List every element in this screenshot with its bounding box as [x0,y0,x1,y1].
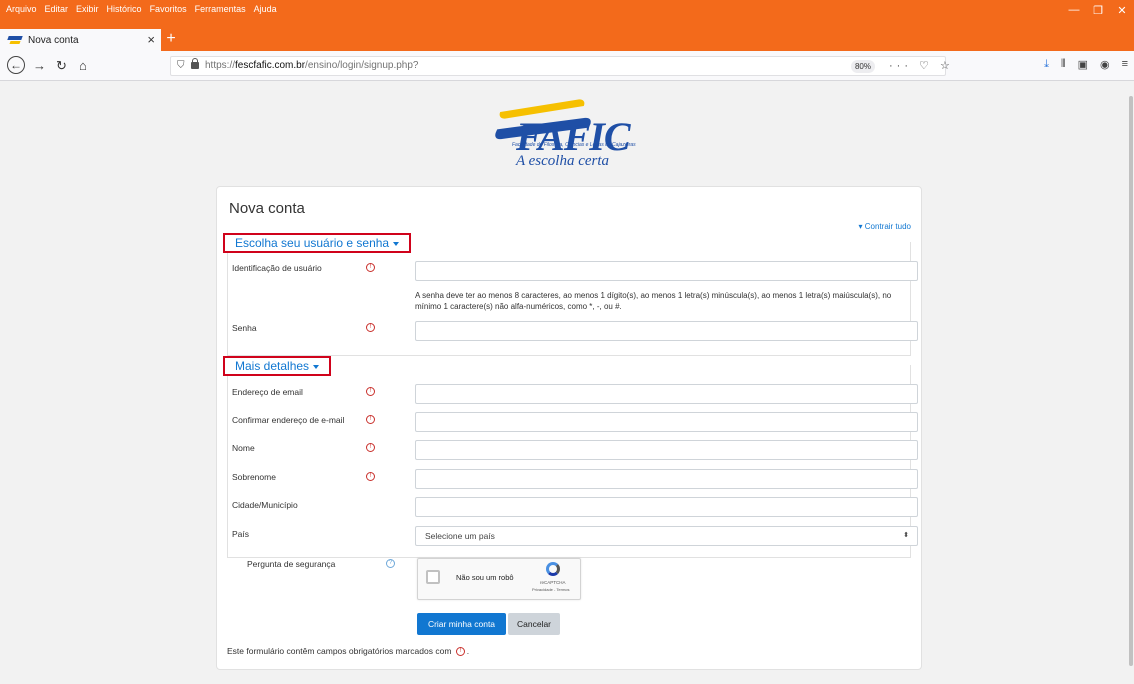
lock-icon[interactable] [191,58,199,69]
recaptcha-label: Não sou um robô [456,573,514,582]
recaptcha-checkbox[interactable] [426,570,440,584]
required-icon: ! [455,647,465,657]
required-icon: ! [366,263,375,272]
caret-down-icon [393,241,400,246]
fieldset-more-details: Endereço de email ! Confirmar endereço d… [227,365,918,558]
logo-tagline: A escolha certa [516,153,610,169]
required-fields-note: Este formulário contêm campos obrigatóri… [227,646,470,657]
create-account-button[interactable]: Criar minha conta [417,613,506,635]
fafic-logo: FAFIC Faculdade de Filosofia, Ciências e… [488,98,648,175]
tab-title: Nova conta [28,34,79,46]
tracking-shield-icon[interactable]: ⛉ [177,60,185,71]
minimize-icon[interactable]: — [1062,4,1086,17]
lastname-input[interactable] [415,469,918,489]
toolbar-icons: ⤓ ⫴ ▣ ◉ ≡ [1044,58,1128,71]
recaptcha-brand: reCAPTCHA [540,580,566,585]
new-tab-icon[interactable]: + [161,29,181,51]
close-window-icon[interactable]: ✕ [1110,4,1134,17]
page-title: Nova conta [229,200,305,217]
signup-card: Nova conta ▾ Contrair tudo Identificação… [216,186,922,670]
section-toggle-username-password[interactable]: Escolha seu usuário e senha [223,233,412,253]
reload-icon[interactable]: ↻ [56,57,67,75]
email-confirm-input[interactable] [415,412,918,432]
username-input[interactable] [415,261,918,281]
url-bar[interactable]: ⛉ https://fescfafic.com.br/ensino/login/… [170,56,950,76]
required-icon: ! [366,472,375,481]
password-label: Senha [232,323,257,333]
window-controls: — ❐ ✕ [1062,4,1134,17]
lastname-label: Sobrenome [232,472,276,482]
close-tab-icon[interactable]: × [147,32,155,47]
menu-bookmarks[interactable]: Favoritos [150,4,187,18]
email-input[interactable] [415,384,918,404]
urlbar-action-icons[interactable]: ··· ♡ ☆ [889,59,954,72]
sidebar-icon[interactable]: ▣ [1078,58,1088,71]
menu-file[interactable]: Arquivo [6,4,37,18]
menu-edit[interactable]: Editar [45,4,69,18]
logo-subtitle: Faculdade de Filosofia, Ciências e Letra… [512,142,636,148]
cancel-button[interactable]: Cancelar [508,613,560,635]
city-label: Cidade/Município [232,500,298,510]
back-icon[interactable]: ← [7,56,25,74]
account-icon[interactable]: ◉ [1100,58,1110,71]
fafic-favicon-icon [8,35,23,45]
hamburger-menu-icon[interactable]: ≡ [1122,58,1128,71]
help-icon[interactable]: ? [386,559,395,568]
scrollbar-thumb[interactable] [1129,96,1133,666]
city-input[interactable] [415,497,918,517]
url-text[interactable]: https://fescfafic.com.br/ensino/login/si… [205,60,418,71]
recaptcha-terms-link[interactable]: Privacidade - Termos [532,587,570,592]
select-arrows-icon: ⬍ [903,532,909,539]
email-label: Endereço de email [232,387,303,397]
menu-help[interactable]: Ajuda [254,4,277,18]
recaptcha-widget: Não sou um robô reCAPTCHA Privacidade - … [417,558,581,600]
required-icon: ! [366,387,375,396]
browser-titlebar: Arquivo Editar Exibir Histórico Favorito… [0,0,1134,51]
password-input[interactable] [415,321,918,341]
fieldset-username-password: Identificação de usuário ! A senha deve … [227,242,918,356]
menu-bar: Arquivo Editar Exibir Histórico Favorito… [6,4,277,18]
email-confirm-label: Confirmar endereço de e-mail [232,415,345,425]
zoom-level[interactable]: 80% [851,60,875,73]
collapse-all-link[interactable]: ▾ Contrair tudo [859,222,912,231]
library-icon[interactable]: ⫴ [1061,58,1066,71]
country-select[interactable]: Selecione um país ⬍ [415,526,918,546]
restore-icon[interactable]: ❐ [1086,4,1110,17]
security-question-label: Pergunta de segurança [247,559,336,569]
firstname-input[interactable] [415,440,918,460]
menu-view[interactable]: Exibir [76,4,99,18]
country-label: País [232,529,250,539]
section-toggle-more-details[interactable]: Mais detalhes [223,356,332,376]
required-icon: ! [366,443,375,452]
forward-icon[interactable]: → [33,57,46,75]
page-scrollbar[interactable] [1128,82,1134,666]
tab-strip: Nova conta × + [0,29,181,51]
home-icon[interactable]: ⌂ [79,57,87,75]
username-label: Identificação de usuário [232,263,322,273]
password-policy-hint: A senha deve ter ao menos 8 caracteres, … [415,291,892,311]
navigation-toolbar: ← → ↻ ⌂ ⛉ https://fescfafic.com.br/ensin… [0,51,1134,81]
required-icon: ! [366,415,375,424]
menu-tools[interactable]: Ferramentas [195,4,246,18]
menu-history[interactable]: Histórico [107,4,142,18]
firstname-label: Nome [232,443,255,453]
tab-nova-conta[interactable]: Nova conta × [0,29,161,51]
caret-down-icon [313,364,320,369]
required-icon: ! [366,323,375,332]
downloads-icon[interactable]: ⤓ [1044,58,1049,71]
recaptcha-logo-icon [546,562,560,576]
